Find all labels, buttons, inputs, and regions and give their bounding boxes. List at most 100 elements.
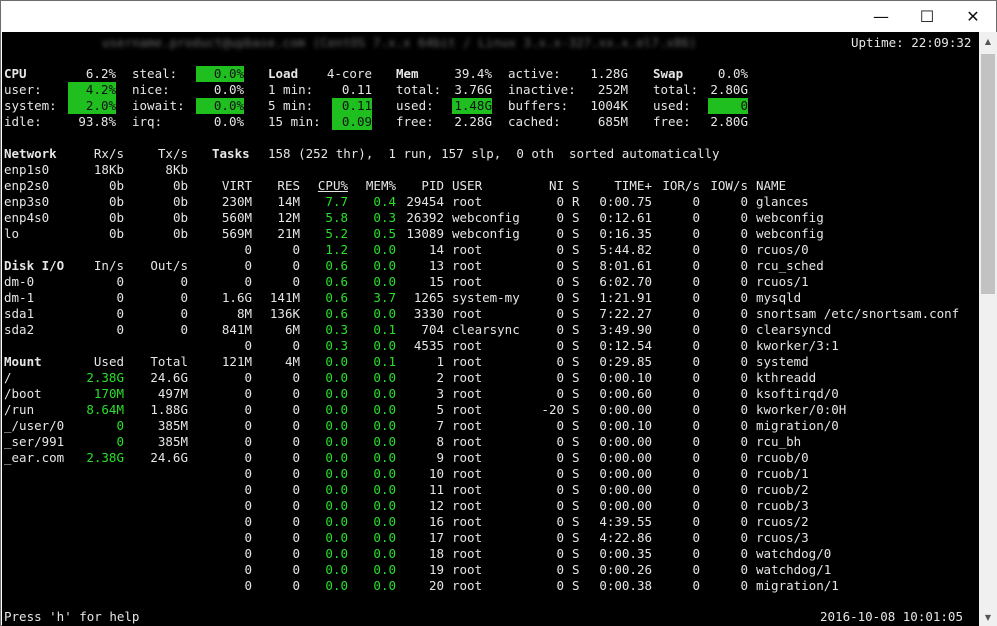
proc-state: S — [572, 338, 580, 353]
proc-time: 8:01.61 — [599, 258, 652, 273]
proc-ior: 0 — [692, 306, 700, 321]
proc-pid: 1 — [436, 354, 444, 369]
scroll-up-icon[interactable]: ▲ — [979, 32, 997, 50]
system-label: system: — [4, 98, 57, 113]
proc-user: root — [452, 546, 483, 561]
process-row: 0 0 0.0 0.0 7 root 0 S 0:00.10 0 0 migration/0 — [2, 418, 979, 434]
proc-res: 0 — [292, 450, 300, 465]
footer-datetime: 2016-10-08 10:01:05 — [820, 609, 963, 624]
swap-total: 2.80G — [710, 82, 748, 97]
proc-cpu: 0.0 — [325, 386, 348, 401]
proc-time: 4:22.86 — [599, 530, 652, 545]
cached-value: 685M — [597, 114, 628, 129]
proc-name: rcu_bh — [756, 434, 802, 449]
proc-iow: 0 — [740, 466, 748, 481]
scrollbar-thumb[interactable] — [981, 54, 995, 294]
proc-time: 7:22.27 — [599, 306, 652, 321]
proc-user: root — [452, 194, 483, 209]
proc-virt: 0 — [244, 258, 252, 273]
proc-time: 0:00.00 — [599, 434, 652, 449]
proc-pid: 1265 — [413, 290, 444, 305]
proc-user: webconfig — [452, 210, 520, 225]
proc-state: S — [572, 498, 580, 513]
process-row: 0 0 0.0 0.0 10 root 0 S 0:00.00 0 0 rcuob/1 — [2, 466, 979, 482]
proc-iow: 0 — [740, 306, 748, 321]
proc-user: root — [452, 514, 483, 529]
mem-free-label: free: — [396, 114, 434, 129]
proc-pid: 704 — [421, 322, 444, 337]
proc-mem: 0.5 — [373, 226, 396, 241]
proc-name: migration/0 — [756, 418, 839, 433]
proc-res: 14M — [277, 194, 300, 209]
proc-iow: 0 — [740, 498, 748, 513]
proc-pid: 18 — [428, 546, 444, 561]
proc-time: 0:00.75 — [599, 194, 652, 209]
proc-user: root — [452, 466, 483, 481]
net-rx: 0b — [108, 178, 124, 193]
proc-res: 0 — [292, 482, 300, 497]
proc-ni: 0 — [556, 578, 564, 593]
proc-user: root — [452, 274, 483, 289]
proc-virt: 0 — [244, 418, 252, 433]
proc-pid: 15 — [428, 274, 444, 289]
swap-pct: 0.0% — [717, 66, 748, 81]
process-row: 0 0 0.0 0.0 18 root 0 S 0:00.35 0 0 watchdog/0 — [2, 546, 979, 562]
proc-time: 0:00.26 — [599, 562, 652, 577]
proc-virt: 0 — [244, 274, 252, 289]
nice-label: nice: — [132, 82, 170, 97]
vertical-scrollbar[interactable]: ▲ ▼ — [979, 32, 997, 626]
proc-ni: 0 — [556, 546, 564, 561]
proc-virt: 569M — [221, 226, 252, 241]
maximize-button[interactable]: ☐ — [904, 1, 950, 32]
proc-virt: 0 — [244, 242, 252, 257]
process-row: 230M 14M 7.7 0.4 29454 root 0 R 0:00.75 0 0 glances — [2, 194, 979, 210]
minimize-button[interactable]: — — [858, 1, 904, 32]
proc-name: rcuob/3 — [756, 498, 809, 513]
inactive-value: 252M — [597, 82, 628, 97]
proc-state: S — [572, 274, 580, 289]
proc-user: root — [452, 418, 483, 433]
proc-mem: 0.0 — [373, 370, 396, 385]
proc-time: 0:00.60 — [599, 386, 652, 401]
process-row: 0 0 0.0 0.0 3 root 0 S 0:00.60 0 0 ksoftirqd/0 — [2, 386, 979, 402]
proc-res: 0 — [292, 242, 300, 257]
proc-res: 21M — [277, 226, 300, 241]
terminal-screen[interactable]: username.product@upbase.com (CentOS 7.x.… — [2, 32, 979, 626]
proc-virt: 0 — [244, 434, 252, 449]
proc-virt: 0 — [244, 562, 252, 577]
process-row: 0 0 0.0 0.0 12 root 0 S 0:00.00 0 0 rcuob/3 — [2, 498, 979, 514]
proc-ni: 0 — [556, 514, 564, 529]
proc-iow: 0 — [740, 418, 748, 433]
proc-pid: 29454 — [406, 194, 444, 209]
load5-label: 5 min: — [268, 98, 314, 113]
scroll-down-icon[interactable]: ▼ — [979, 608, 997, 626]
process-row: 8M 136K 0.6 0.0 3330 root 0 S 7:22.27 0 0 snortsam … — [2, 306, 979, 322]
proc-ior: 0 — [692, 450, 700, 465]
proc-user: system-my — [452, 290, 520, 305]
process-row: 0 0 0.0 0.0 11 root 0 S 0:00.00 0 0 rcuob/2 — [2, 482, 979, 498]
proc-mem: 0.0 — [373, 482, 396, 497]
proc-cpu: 0.6 — [325, 306, 348, 321]
proc-name: ksoftirqd/0 — [756, 386, 839, 401]
proc-name: rcuos/3 — [756, 530, 809, 545]
proc-iow: 0 — [740, 290, 748, 305]
proc-virt: 0 — [244, 514, 252, 529]
irq-value: 0.0% — [213, 114, 244, 129]
proc-state: S — [572, 530, 580, 545]
proc-pid: 10 — [428, 466, 444, 481]
idle-value: 93.8% — [78, 114, 116, 129]
proc-iow: 0 — [740, 402, 748, 417]
proc-mem: 0.0 — [373, 578, 396, 593]
proc-iow: 0 — [740, 210, 748, 225]
proc-cpu: 5.2 — [325, 226, 348, 241]
proc-res: 0 — [292, 466, 300, 481]
proc-ni: -20 — [541, 402, 564, 417]
proc-cpu: 0.6 — [325, 258, 348, 273]
proc-res: 0 — [292, 546, 300, 561]
proc-cpu: 0.0 — [325, 354, 348, 369]
proc-ior: 0 — [692, 514, 700, 529]
proc-iow: 0 — [740, 226, 748, 241]
nice-value: 0.0% — [213, 82, 244, 97]
proc-cpu: 0.0 — [325, 578, 348, 593]
close-button[interactable]: ✕ — [950, 1, 996, 32]
